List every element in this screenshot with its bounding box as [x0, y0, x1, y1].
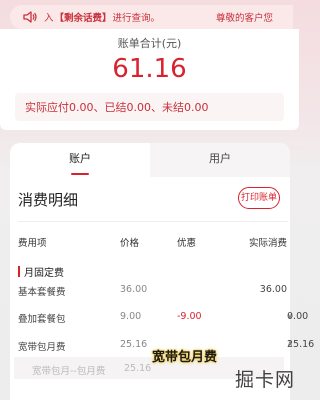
column-header-item: 费用项 — [18, 238, 47, 249]
notice-bar[interactable]: 入 【剩余话费】 进行查询。 尊敬的客户您 — [10, 5, 293, 29]
row-price: 9.00 — [120, 311, 142, 322]
row-price: 36.00 — [120, 284, 148, 295]
bill-summary-card: 账单合计(元) 61.16 实际应付0.00、已结0.00、未结0.00 — [0, 29, 299, 130]
divider — [18, 221, 288, 222]
caption-overlay: 宽带包月费 — [152, 350, 218, 365]
watermark-logo: 掘卡网 — [234, 369, 295, 391]
group-monthly-fee: 月固定费 — [18, 264, 64, 279]
payment-breakdown: 实际应付0.00、已结0.00、未结0.00 — [15, 93, 284, 121]
detail-title: 消费明细 — [18, 191, 79, 209]
tab-account[interactable]: 账户 — [10, 143, 150, 177]
group-label: 月固定费 — [24, 268, 64, 279]
speaker-icon — [23, 11, 37, 23]
notice-prefix: 入 — [44, 13, 54, 24]
row-name: 宽带包月费 — [18, 342, 66, 353]
tab-user[interactable]: 用户 — [150, 143, 290, 177]
row-name: 叠加套餐包 — [18, 314, 66, 325]
column-header-price: 价格 — [120, 238, 140, 249]
table-row[interactable]: 叠加套餐包 9.00 -9.00 0.00 ∨ — [10, 311, 308, 329]
row-actual: 36.00 — [259, 284, 287, 295]
print-bill-button[interactable]: 打印账单 — [238, 187, 280, 209]
notice-suffix: 进行查询。 — [112, 13, 161, 24]
chevron-up-icon[interactable]: ∧ — [287, 339, 293, 348]
row-price: 25.16 — [120, 339, 148, 350]
notice-right-text: 尊敬的客户您 — [215, 13, 273, 24]
table-row: 基本套餐费 36.00 36.00 — [10, 284, 290, 302]
group-accent-bar — [18, 266, 20, 277]
sub-row-name: 宽带包月--包月费 — [32, 366, 106, 377]
bill-total-amount: 61.16 — [112, 54, 187, 84]
table-row[interactable]: 宽带包月费 25.16 25.16 ∧ — [10, 339, 314, 357]
row-discount: -9.00 — [177, 311, 202, 322]
sub-row-price: 25.16 — [124, 363, 152, 374]
column-header-actual: 实际消费 — [248, 238, 287, 249]
tab-bar: 账户 用户 — [10, 143, 290, 177]
bill-total-label: 账单合计(元) — [117, 37, 182, 50]
chevron-down-icon[interactable]: ∨ — [287, 311, 293, 320]
column-header-discount: 优惠 — [177, 238, 197, 249]
row-name: 基本套餐费 — [18, 287, 66, 298]
notice-highlight: 【剩余话费】 — [54, 13, 112, 24]
